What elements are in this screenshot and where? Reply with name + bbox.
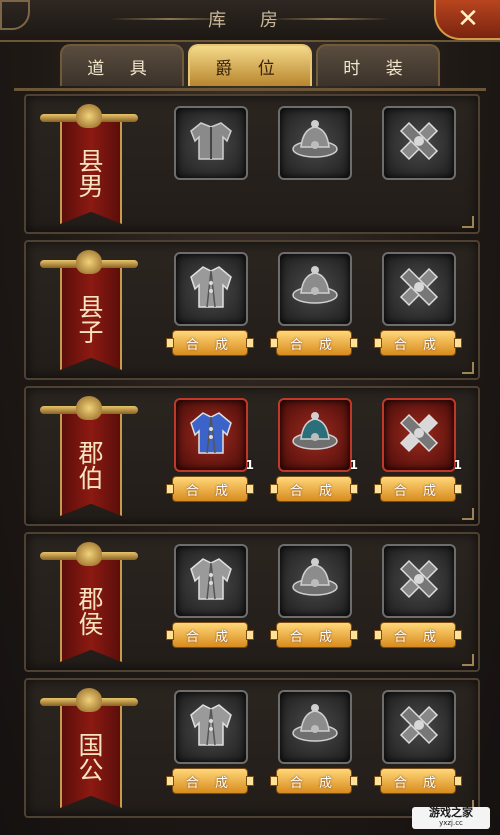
combine-button[interactable]: 合 成 bbox=[270, 768, 358, 794]
item-box[interactable] bbox=[382, 106, 456, 180]
hat-icon bbox=[289, 699, 341, 755]
hat-icon bbox=[289, 553, 341, 609]
item-slot: 合 成 bbox=[270, 252, 358, 356]
combine-button[interactable]: 合 成 bbox=[166, 622, 254, 648]
close-button[interactable]: ✕ bbox=[434, 0, 500, 40]
combine-button[interactable]: 合 成 bbox=[374, 768, 462, 794]
combine-button[interactable]: 合 成 bbox=[166, 768, 254, 794]
rank-row: 县男 bbox=[24, 94, 480, 234]
rank-banner: 郡伯 bbox=[40, 396, 138, 516]
rank-banner: 县男 bbox=[40, 104, 138, 224]
rank-name: 国公 bbox=[75, 732, 104, 782]
item-slot: 合 成 bbox=[166, 252, 254, 356]
combine-button[interactable]: 合 成 bbox=[166, 330, 254, 356]
item-count: 1 bbox=[245, 458, 254, 472]
item-slot: 合 成 bbox=[166, 544, 254, 648]
armor-icon bbox=[185, 115, 237, 171]
combine-button[interactable]: 合 成 bbox=[374, 476, 462, 502]
dragon-crest-icon bbox=[76, 250, 102, 274]
rank-row: 县子合 成合 成合 成 bbox=[24, 240, 480, 380]
item-slot: 合 成 bbox=[374, 544, 462, 648]
combine-button[interactable]: 合 成 bbox=[270, 330, 358, 356]
item-box[interactable] bbox=[278, 106, 352, 180]
rank-banner: 郡侯 bbox=[40, 542, 138, 662]
item-box[interactable]: 1 bbox=[278, 398, 358, 472]
rank-row: 郡侯合 成合 成合 成 bbox=[24, 532, 480, 672]
item-box[interactable] bbox=[382, 690, 456, 764]
item-slot: 1 合 成 bbox=[166, 398, 254, 502]
rank-name: 郡伯 bbox=[75, 440, 104, 490]
dragon-crest-icon bbox=[76, 396, 102, 420]
combine-button[interactable]: 合 成 bbox=[374, 330, 462, 356]
rank-items: 合 成合 成合 成 bbox=[166, 690, 474, 810]
item-slot bbox=[174, 106, 248, 180]
rank-row: 国公合 成合 成合 成 bbox=[24, 678, 480, 818]
watermark-text: 游戏之家 bbox=[429, 806, 473, 819]
item-slot bbox=[278, 106, 352, 180]
rank-banner: 县子 bbox=[40, 250, 138, 370]
combine-button[interactable]: 合 成 bbox=[166, 476, 254, 502]
item-slot: 合 成 bbox=[270, 544, 358, 648]
warehouse-window: 库 房 ✕ 道 具 爵 位 时 装 县男 县子合 成合 成合 成郡伯 1 合 成1合 … bbox=[0, 0, 500, 835]
site-watermark-logo: 游戏之家 yxzj.cc bbox=[412, 807, 490, 829]
close-x-icon: ✕ bbox=[457, 4, 479, 34]
tab-fashion[interactable]: 时 装 bbox=[316, 44, 440, 86]
rank-name: 县子 bbox=[75, 294, 104, 344]
item-count: 1 bbox=[453, 458, 462, 472]
rank-items: 合 成合 成合 成 bbox=[166, 544, 474, 664]
item-box[interactable] bbox=[278, 252, 352, 326]
dragon-crest-icon bbox=[76, 542, 102, 566]
item-slot bbox=[382, 106, 456, 180]
item-slot: 合 成 bbox=[270, 690, 358, 794]
item-box[interactable]: 1 bbox=[174, 398, 254, 472]
window-title: 库 房 bbox=[208, 10, 292, 31]
rank-items: 合 成合 成合 成 bbox=[166, 252, 474, 372]
item-box[interactable] bbox=[278, 690, 352, 764]
hat-icon bbox=[289, 261, 341, 317]
combine-button[interactable]: 合 成 bbox=[270, 476, 358, 502]
rank-name: 县男 bbox=[75, 148, 104, 198]
item-count: 1 bbox=[349, 458, 358, 472]
item-box[interactable] bbox=[174, 106, 248, 180]
item-box[interactable]: 1 bbox=[382, 398, 462, 472]
item-slot: 1 合 成 bbox=[374, 398, 462, 502]
item-slot: 合 成 bbox=[166, 690, 254, 794]
item-slot: 1 合 成 bbox=[270, 398, 358, 502]
title-bar: 库 房 ✕ bbox=[0, 0, 500, 42]
belt-icon bbox=[393, 407, 445, 463]
combine-button[interactable]: 合 成 bbox=[270, 622, 358, 648]
rank-items: 1 合 成 1 合 成 1 合 成 bbox=[166, 398, 474, 518]
tab-ranks[interactable]: 爵 位 bbox=[188, 44, 312, 86]
belt-icon bbox=[393, 553, 445, 609]
title-ornament-right bbox=[270, 18, 390, 20]
tab-divider bbox=[14, 88, 486, 91]
robe-icon bbox=[185, 261, 237, 317]
combine-button[interactable]: 合 成 bbox=[374, 622, 462, 648]
dragon-crest-icon bbox=[76, 688, 102, 712]
tab-items[interactable]: 道 具 bbox=[60, 44, 184, 86]
belt-icon bbox=[393, 115, 445, 171]
item-slot: 合 成 bbox=[374, 252, 462, 356]
hat-icon bbox=[289, 407, 341, 463]
rank-row: 郡伯 1 合 成 1 合 成 1 合 成 bbox=[24, 386, 480, 526]
belt-icon bbox=[393, 699, 445, 755]
rank-banner: 国公 bbox=[40, 688, 138, 808]
belt-icon bbox=[393, 261, 445, 317]
robe-icon bbox=[185, 407, 237, 463]
watermark-sub: yxzj.cc bbox=[439, 819, 463, 827]
rank-items bbox=[174, 106, 474, 226]
tab-bar: 道 具 爵 位 时 装 bbox=[58, 44, 442, 88]
item-box[interactable] bbox=[382, 252, 456, 326]
item-slot: 合 成 bbox=[374, 690, 462, 794]
item-box[interactable] bbox=[174, 252, 248, 326]
hat-icon bbox=[289, 115, 341, 171]
rank-name: 郡侯 bbox=[75, 586, 104, 636]
dragon-crest-icon bbox=[76, 104, 102, 128]
item-box[interactable] bbox=[278, 544, 352, 618]
robe-icon bbox=[185, 553, 237, 609]
item-box[interactable] bbox=[174, 544, 248, 618]
item-box[interactable] bbox=[174, 690, 248, 764]
item-box[interactable] bbox=[382, 544, 456, 618]
robe-icon bbox=[185, 699, 237, 755]
